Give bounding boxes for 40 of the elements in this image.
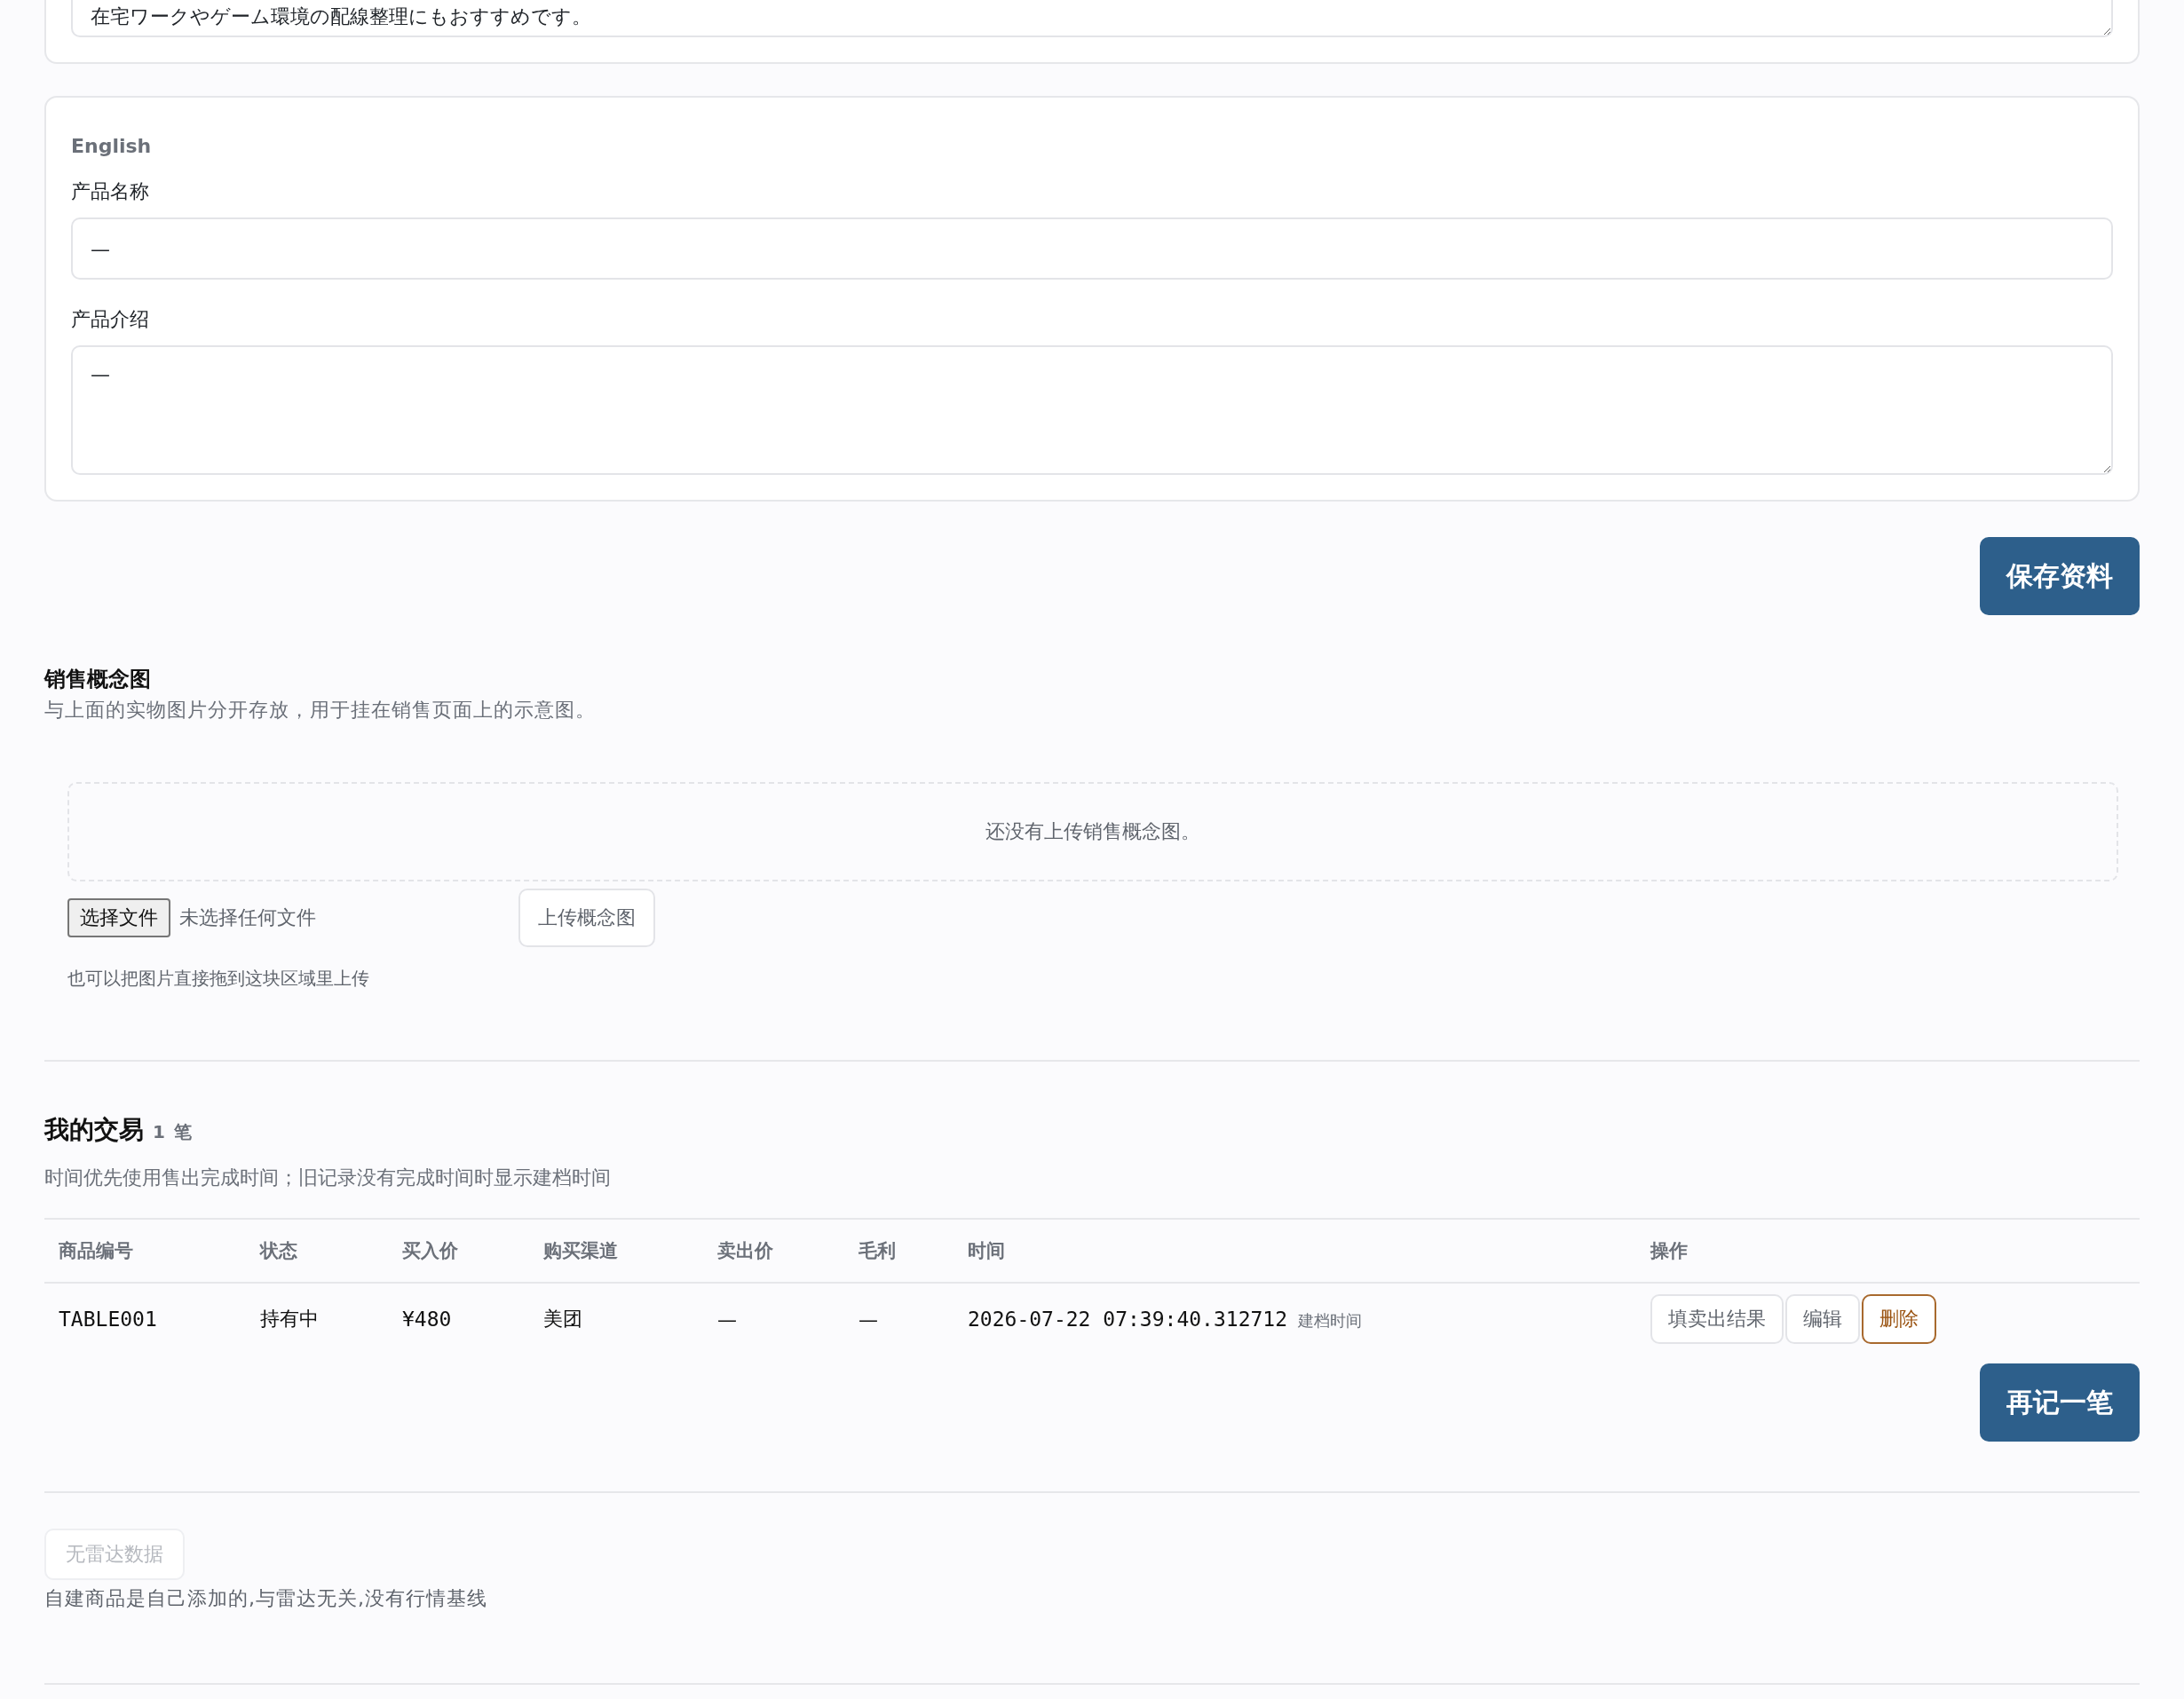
section-label: English — [71, 135, 153, 157]
table-cell-text: 持有中 — [259, 1307, 320, 1332]
column-header: 操作 — [1649, 1239, 1689, 1263]
action-button[interactable]: 编辑 — [1785, 1294, 1860, 1344]
section-description: 时间优先使用售出完成时间；旧记录没有完成时间时显示建档时间 — [44, 1166, 612, 1190]
time-note: 建档时间 — [1298, 1309, 1363, 1332]
note-text: 自建商品是自己添加的,与雷达无关,没有行情基线 — [44, 1586, 488, 1611]
delete-button[interactable]: 删除 — [1862, 1294, 1936, 1344]
drop-zone[interactable]: 还没有上传销售概念图。 — [67, 782, 2118, 881]
table-cell-text: — — [716, 1308, 738, 1331]
input-field[interactable]: — — [71, 217, 2113, 280]
section-description: 与上面的实物图片分开存放，用于挂在销售页面上的示意图。 — [44, 698, 596, 723]
table-cell-text: — — [858, 1308, 879, 1331]
column-header: 时间 — [967, 1239, 1006, 1263]
upload-button[interactable]: 上传概念图 — [518, 889, 655, 947]
field-label: 产品介绍 — [71, 307, 150, 332]
hint-text: 也可以把图片直接拖到这块区域里上传 — [67, 967, 369, 991]
column-header: 毛利 — [858, 1239, 897, 1263]
column-header: 购买渠道 — [542, 1239, 619, 1263]
column-header: 商品编号 — [58, 1239, 134, 1263]
action-button[interactable]: 填卖出结果 — [1650, 1294, 1784, 1344]
column-header: 状态 — [258, 1239, 298, 1263]
add-record-button[interactable]: 再记一笔 — [1980, 1363, 2140, 1442]
save-button[interactable]: 保存资料 — [1980, 537, 2140, 615]
count: 1 — [153, 1121, 165, 1142]
field-label: 产品名称 — [71, 179, 150, 204]
description-field[interactable]: 在宅ワークやゲーム環境の配線整理にもおすすめです。 — [71, 0, 2113, 37]
section-title: 我的交易 — [44, 1114, 144, 1146]
text-area[interactable]: — — [71, 345, 2113, 475]
choose-file-button[interactable]: 选择文件 — [67, 898, 170, 937]
section-title: 销售概念图 — [44, 666, 151, 693]
unit-label: 笔 — [173, 1120, 192, 1144]
timestamp: 2026-07-22 07:39:40.312712 — [968, 1307, 1288, 1331]
table-cell-text: TABLE001 — [58, 1308, 158, 1331]
table-cell-text: ¥480 — [401, 1308, 453, 1331]
empty-message: 还没有上传销售概念图。 — [985, 819, 1200, 844]
column-header: 买入价 — [401, 1239, 459, 1263]
table-cell-text: 美团 — [542, 1307, 583, 1332]
file-status: 未选择任何文件 — [179, 905, 317, 930]
column-header: 卖出价 — [716, 1239, 774, 1263]
